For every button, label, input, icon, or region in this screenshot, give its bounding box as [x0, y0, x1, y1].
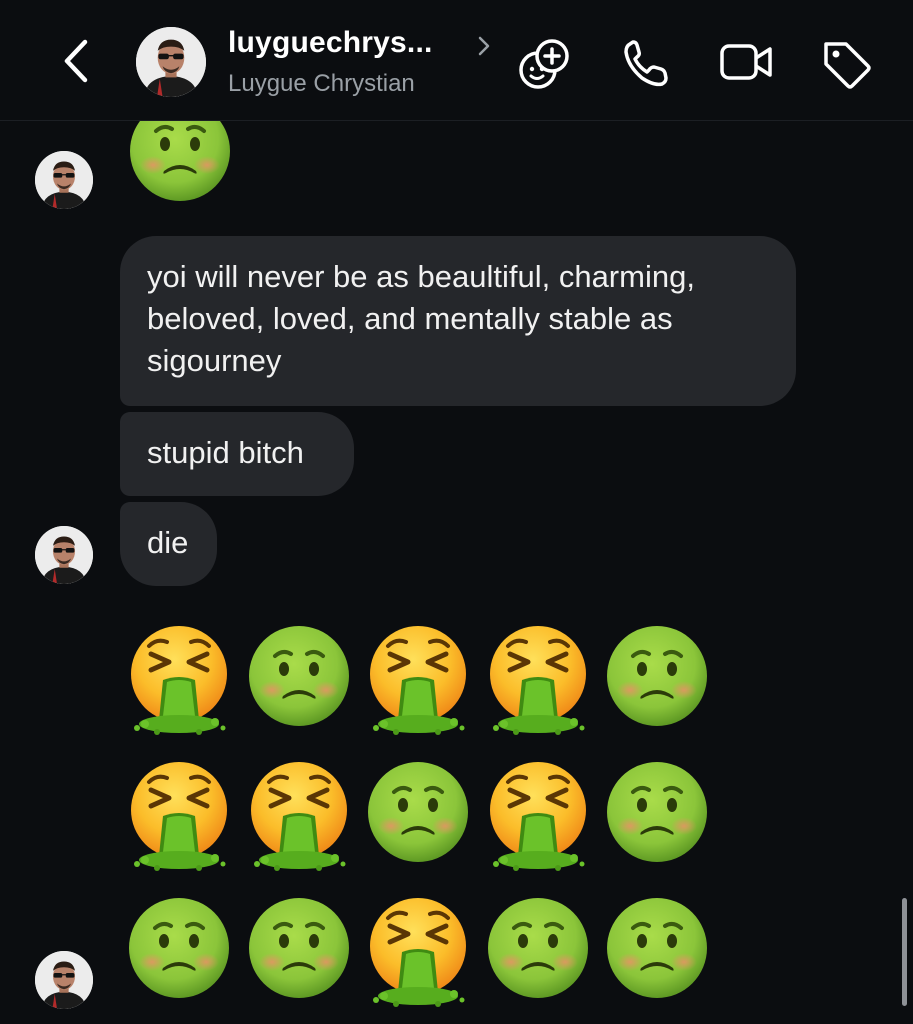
vomiting-face-icon: [366, 896, 470, 1008]
sender-avatar[interactable]: [35, 951, 93, 1009]
message-text: die: [147, 525, 189, 560]
nauseated-face-icon: [605, 896, 709, 1000]
nauseated-face-icon: [485, 896, 590, 1000]
nauseated-face-icon: [127, 896, 231, 1000]
chat-effects-icon[interactable]: [516, 36, 574, 90]
chat-header: luyguechrys... Luygue Chrystian: [0, 0, 913, 121]
vomiting-face-icon: [486, 624, 590, 736]
sender-avatar[interactable]: [35, 526, 93, 584]
nauseated-face-icon: [246, 624, 351, 728]
message-text: stupid bitch: [147, 435, 304, 470]
back-chevron-icon[interactable]: [55, 36, 99, 86]
message-bubble[interactable]: die: [120, 502, 217, 586]
chevron-right-icon[interactable]: [475, 34, 493, 58]
nauseated-face-icon: [605, 624, 709, 728]
vomiting-face-icon: [127, 760, 231, 872]
nauseated-face-icon: [246, 896, 351, 1000]
scrollbar-thumb[interactable]: [902, 898, 907, 1006]
nauseated-face-icon: [605, 760, 709, 864]
vomiting-face-icon: [127, 624, 231, 736]
video-call-icon[interactable]: [718, 36, 776, 90]
vomiting-face-icon: [486, 760, 590, 872]
vomiting-face-icon: [366, 624, 470, 736]
message-text: yoi will never be as beaultiful, charmin…: [147, 259, 695, 378]
contact-username[interactable]: luyguechrys...: [228, 26, 433, 60]
message-bubble[interactable]: stupid bitch: [120, 412, 354, 496]
nauseated-face-icon: [128, 121, 232, 203]
message-bubble[interactable]: yoi will never be as beaultiful, charmin…: [120, 236, 796, 406]
nauseated-face-icon: [366, 760, 470, 864]
tag-icon[interactable]: [818, 36, 876, 90]
vomiting-face-icon: [247, 760, 351, 872]
sender-avatar[interactable]: [35, 151, 93, 209]
phone-call-icon[interactable]: [618, 36, 676, 90]
contact-display-name: Luygue Chrystian: [228, 70, 415, 97]
emoji-message[interactable]: [120, 121, 240, 211]
contact-avatar[interactable]: [136, 27, 206, 97]
